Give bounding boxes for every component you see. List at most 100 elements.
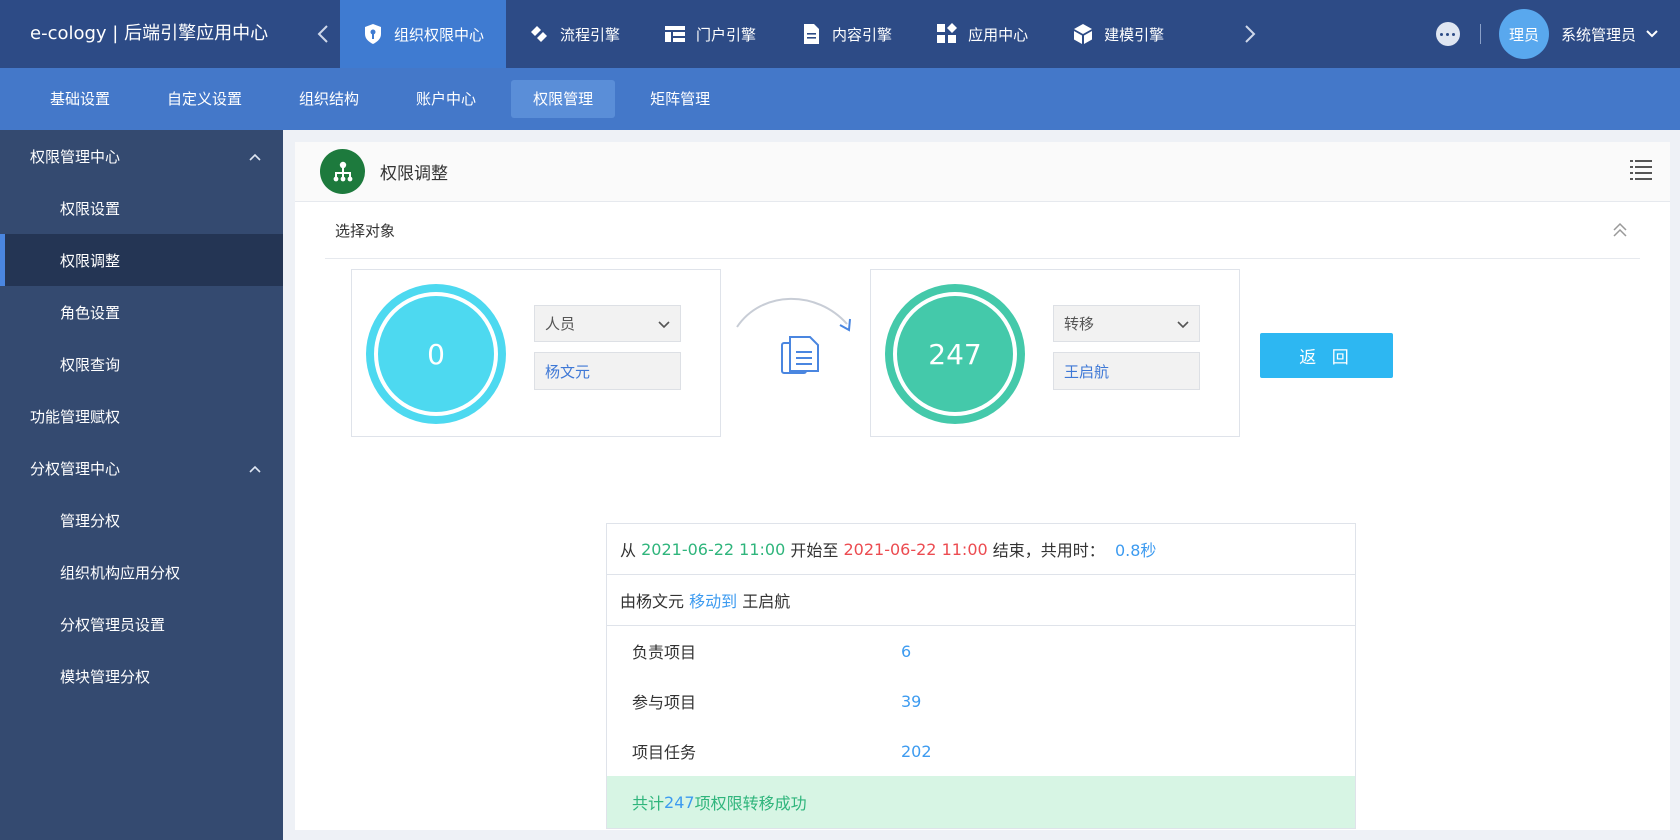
duration: 0.8秒 [1114,541,1157,560]
subnav-basic-settings[interactable]: 基础设置 [28,80,132,118]
double-chevron-up-icon[interactable] [1610,220,1630,240]
sidebar-item-org-app-delegation[interactable]: 组织机构应用分权 [0,546,283,598]
table-row: 参与项目 39 [607,676,1355,726]
success-prefix: 共计 [632,794,665,813]
table-row: 项目任务 202 [607,726,1355,776]
success-count: 247 [664,792,695,812]
sidebar-item-permission-query[interactable]: 权限查询 [0,338,283,390]
sidebar-item-function-authorization[interactable]: 功能管理赋权 [0,390,283,442]
chevron-down-icon [1177,315,1189,333]
section-header: 选择对象 [325,202,1640,259]
start-time: 2021-06-22 11:00 [641,539,786,559]
sidebar-group-permission-center[interactable]: 权限管理中心 [0,130,283,182]
document-icon [800,23,822,45]
sidebar-group-label: 权限管理中心 [30,147,121,166]
end-time: 2021-06-22 11:00 [843,539,988,559]
section-title: 选择对象 [335,221,396,240]
table-row: 负责项目 6 [607,626,1355,676]
list-menu-icon[interactable] [1630,158,1652,180]
tab-label: 流程引擎 [560,25,621,44]
time-prefix: 从 [620,541,637,560]
select-value: 转移 [1064,315,1095,333]
transfer-graphic [732,292,862,402]
page-title: 权限调整 [380,164,448,184]
target-person-field[interactable]: 王启航 [1053,352,1200,390]
source-type-select[interactable]: 人员 [534,305,681,342]
main-panel: 权限调整 选择对象 0 人员 杨文元 247 转移 王启航 返 回 从 2021… [295,142,1670,830]
transfer-arrow-icon [736,297,851,374]
shield-key-icon [362,23,384,45]
move-action: 移动到 [689,592,738,611]
target-count-circle: 247 [885,284,1025,424]
tab-label: 建模引擎 [1104,25,1165,44]
sidebar-item-module-delegation[interactable]: 模块管理分权 [0,650,283,702]
avatar[interactable]: 理员 [1498,9,1549,59]
success-suffix: 项权限转移成功 [694,794,807,813]
tab-workflow-engine[interactable]: 流程引擎 [506,0,642,68]
user-name[interactable]: 系统管理员 [1561,24,1636,45]
sidebar-group-delegation-center[interactable]: 分权管理中心 [0,442,283,494]
app-title: e-cology | 后端引擎应用中心 [30,23,269,44]
chevron-down-icon[interactable] [1646,30,1658,38]
more-icon[interactable] [1435,22,1460,46]
copy-document-icon [781,336,819,374]
tab-label: 组织权限中心 [394,25,485,44]
select-value: 人员 [545,315,576,333]
result-move-row: 由杨文元 移动到 王启航 [607,575,1355,626]
target-count: 247 [893,292,1017,416]
tab-modeling-engine[interactable]: 建模引擎 [1050,0,1186,68]
sidebar-item-permission-adjust[interactable]: 权限调整 [0,234,283,286]
row-value[interactable]: 39 [901,692,921,711]
top-tabs: 组织权限中心 流程引擎 门户引擎 内容引擎 应用中心 建模引擎 [340,0,1186,68]
target-card: 247 转移 王启航 [870,269,1240,437]
apps-icon [936,23,958,45]
portal-layout-icon [664,23,686,45]
tab-app-center[interactable]: 应用中心 [914,0,1050,68]
subnav-org-structure[interactable]: 组织结构 [277,80,381,118]
row-label: 负责项目 [632,643,697,662]
user-area: 理员 系统管理员 [1435,0,1680,68]
tab-org-permission-center[interactable]: 组织权限中心 [340,0,507,68]
target-type-select[interactable]: 转移 [1053,305,1200,342]
sidebar-item-role-settings[interactable]: 角色设置 [0,286,283,338]
cube-icon [1072,23,1094,45]
sidebar-item-manage-delegation[interactable]: 管理分权 [0,494,283,546]
sub-nav: 基础设置 自定义设置 组织结构 账户中心 权限管理 矩阵管理 [0,68,1680,130]
source-count-circle: 0 [366,284,506,424]
sidebar-group-label: 分权管理中心 [30,459,121,478]
chevron-up-icon [249,459,261,477]
move-prefix: 由杨文元 [620,592,685,611]
chevron-left-icon[interactable] [308,0,338,68]
sidebar-item-delegation-admin-settings[interactable]: 分权管理员设置 [0,598,283,650]
return-button[interactable]: 返 回 [1260,333,1393,378]
sidebar-group-label: 功能管理赋权 [30,407,121,426]
sidebar-item-permission-settings[interactable]: 权限设置 [0,182,283,234]
result-table: 从 2021-06-22 11:00 开始至 2021-06-22 11:00 … [606,523,1356,829]
sidebar: 权限管理中心 权限设置 权限调整 角色设置 权限查询 功能管理赋权 分权管理中心… [0,130,283,840]
move-target: 王启航 [742,592,791,611]
end-label: 结束，共用时： [992,541,1105,560]
tab-label: 内容引擎 [832,25,893,44]
source-count: 0 [374,292,498,416]
chevron-up-icon [249,147,261,165]
divider [1479,24,1481,44]
row-label: 项目任务 [632,743,697,762]
chevron-down-icon [658,315,670,333]
start-label: 开始至 [790,541,839,560]
subnav-account-center[interactable]: 账户中心 [394,80,498,118]
tab-label: 门户引擎 [696,25,757,44]
subnav-matrix-management[interactable]: 矩阵管理 [628,80,732,118]
tab-label: 应用中心 [968,25,1029,44]
top-bar: e-cology | 后端引擎应用中心 组织权限中心 流程引擎 门户引擎 内容引… [0,0,1680,68]
workflow-icon [528,23,550,45]
tab-portal-engine[interactable]: 门户引擎 [642,0,778,68]
source-person-field[interactable]: 杨文元 [534,352,681,390]
source-card: 0 人员 杨文元 [351,269,721,437]
subnav-permission-management[interactable]: 权限管理 [511,80,616,118]
success-message: 共计 247 项权限转移成功 [607,776,1355,828]
chevron-right-icon[interactable] [1235,0,1265,68]
row-value[interactable]: 6 [901,642,911,661]
tab-content-engine[interactable]: 内容引擎 [778,0,914,68]
row-value[interactable]: 202 [901,742,932,761]
subnav-custom-settings[interactable]: 自定义设置 [145,80,264,118]
